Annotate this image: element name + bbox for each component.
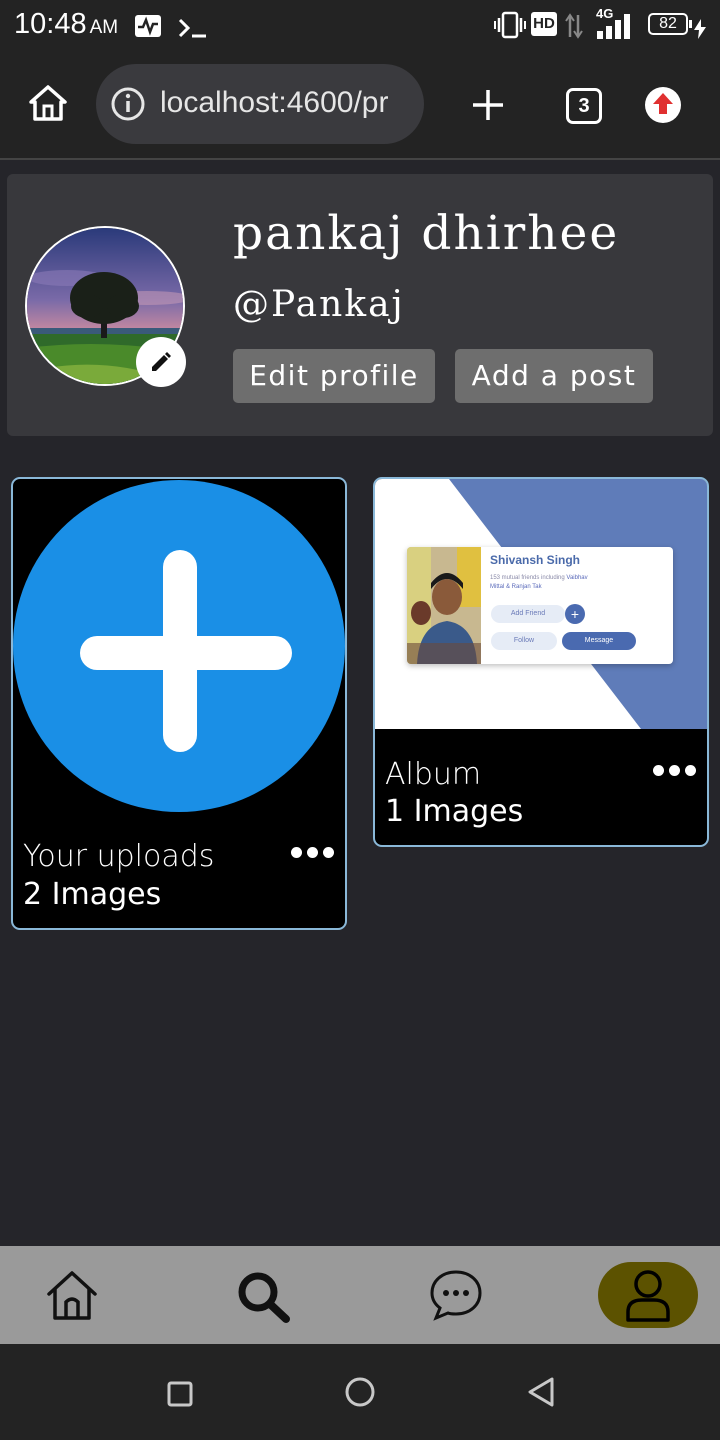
nav-profile[interactable] xyxy=(598,1262,698,1328)
battery-indicator: 82 xyxy=(648,13,692,35)
update-icon[interactable] xyxy=(644,86,682,124)
back-icon[interactable] xyxy=(526,1376,556,1408)
album-count: 1 Images xyxy=(385,794,524,829)
thumbnail-friend-card: Shivansh Singh 153 mutual friends includ… xyxy=(407,547,673,664)
thumbnail-message-button: Message xyxy=(562,632,636,650)
edit-profile-button[interactable]: Edit profile xyxy=(233,349,435,403)
album-count: 2 Images xyxy=(23,877,162,912)
charging-icon xyxy=(694,19,706,39)
nav-chat[interactable] xyxy=(396,1246,516,1344)
nav-search[interactable] xyxy=(204,1246,324,1344)
profile-name: pankaj dhirhee xyxy=(233,206,620,261)
search-icon xyxy=(238,1272,290,1323)
url-text[interactable]: localhost:4600/pr xyxy=(160,86,410,120)
system-navigation-bar xyxy=(0,1344,720,1440)
vibrate-icon xyxy=(494,11,526,39)
signal-icon xyxy=(597,14,630,39)
info-icon[interactable] xyxy=(110,86,146,122)
add-icon[interactable] xyxy=(13,479,345,815)
album-title: Album xyxy=(385,757,482,792)
album-thumbnail: Shivansh Singh 153 mutual friends includ… xyxy=(375,479,707,729)
person-photo xyxy=(407,547,481,664)
browser-toolbar: localhost:4600/pr 3 xyxy=(0,52,720,160)
edit-avatar-button[interactable] xyxy=(136,337,186,387)
status-bar: 10:48 AM HD 4G 82 xyxy=(0,0,720,52)
status-time: 10:48 AM xyxy=(14,8,119,40)
nav-home[interactable] xyxy=(12,1246,132,1344)
pencil-icon xyxy=(152,352,171,371)
activity-icon xyxy=(135,15,161,37)
album-card-album[interactable]: Shivansh Singh 153 mutual friends includ… xyxy=(373,477,709,847)
album-card-uploads[interactable]: Your uploads 2 Images xyxy=(11,477,347,930)
data-arrows-icon xyxy=(565,13,583,39)
new-tab-icon[interactable] xyxy=(470,87,506,123)
home-icon[interactable] xyxy=(28,84,68,122)
profile-card: pankaj dhirhee @Pankaj Edit profile Add … xyxy=(7,174,713,436)
album-title: Your uploads xyxy=(23,839,215,874)
home-icon xyxy=(47,1271,97,1320)
terminal-icon xyxy=(178,18,206,38)
profile-icon xyxy=(626,1270,670,1322)
profile-handle: @Pankaj xyxy=(233,284,405,325)
bottom-navigation xyxy=(0,1246,720,1344)
recent-apps-icon[interactable] xyxy=(167,1381,193,1407)
thumbnail-add-friend-button: Add Friend xyxy=(491,605,565,623)
thumbnail-person-name: Shivansh Singh xyxy=(490,553,581,567)
url-bar[interactable]: localhost:4600/pr xyxy=(96,64,424,144)
add-post-button[interactable]: Add a post xyxy=(455,349,653,403)
more-options-icon[interactable] xyxy=(651,760,697,780)
thumbnail-follow-button: Follow xyxy=(491,632,557,650)
home-circle-icon[interactable] xyxy=(344,1376,376,1408)
more-options-icon[interactable] xyxy=(289,842,335,862)
thumbnail-plus-button: + xyxy=(565,604,585,624)
chat-icon xyxy=(430,1270,482,1321)
tab-switcher-button[interactable]: 3 xyxy=(566,88,602,124)
thumbnail-mutual-text: 153 mutual friends including Vaibhav Mitt… xyxy=(490,575,588,590)
hd-badge: HD xyxy=(531,12,557,36)
